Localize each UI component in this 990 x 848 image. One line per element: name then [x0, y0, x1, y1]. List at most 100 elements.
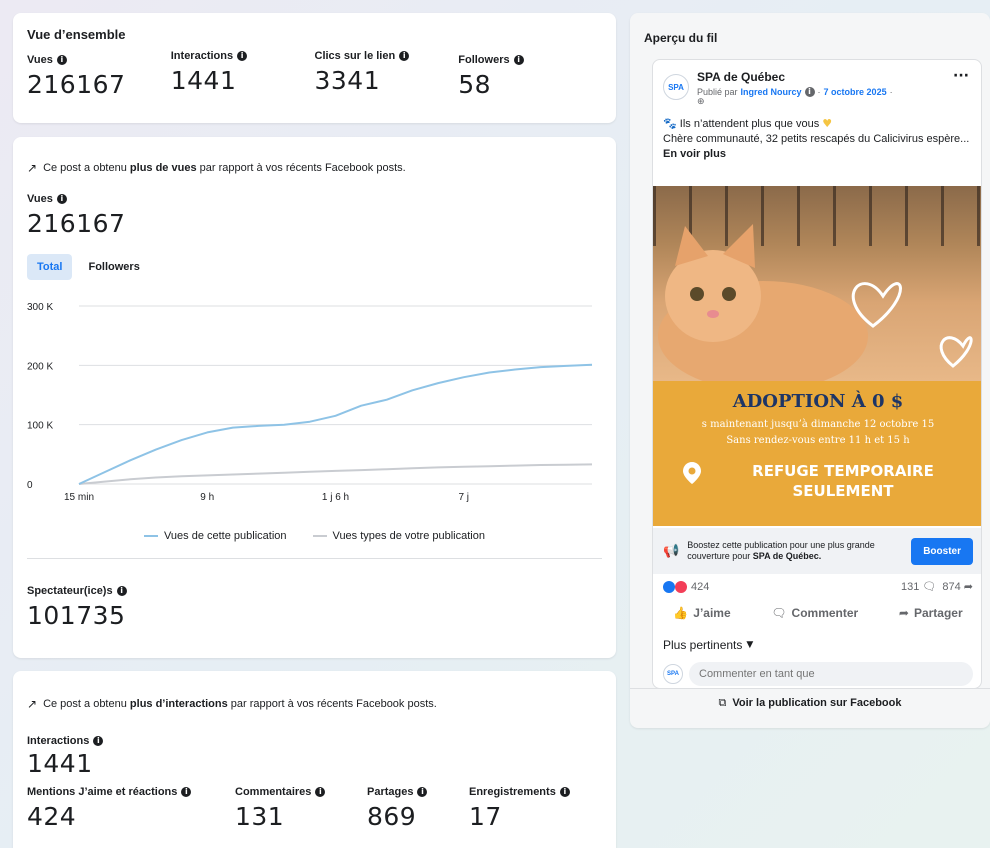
views-card: ↗ Ce post a obtenu plus de vues par rapp… [13, 137, 616, 658]
info-icon[interactable]: i [804, 87, 815, 97]
x-tick-label: 7 j [458, 492, 469, 503]
share-icon: ➦ [898, 606, 909, 620]
metric-value: 216167 [27, 70, 126, 99]
trend-bold: plus d’interactions [129, 698, 228, 710]
interactions-label: Interactions [27, 735, 90, 747]
like-button[interactable]: 👍 J’aime [673, 606, 730, 620]
info-icon[interactable]: i [417, 787, 428, 797]
y-tick-label: 0 [27, 480, 33, 491]
see-more-link[interactable]: En voir plus [663, 148, 726, 160]
toggle-followers-button[interactable]: Followers [78, 254, 149, 280]
legend-label: Vues de cette publication [164, 530, 287, 542]
trend-prefix: Ce post a obtenu [43, 698, 127, 710]
share-count[interactable]: 874 ➦ [942, 580, 973, 593]
interactions-value: 1441 [27, 749, 93, 778]
breakdown-label: Mentions J’aime et réactions [27, 786, 178, 798]
breakdown-label: Enregistrements [469, 786, 556, 798]
post-actions: 👍 J’aime 🗨 Commenter ➦ Partager [653, 606, 981, 620]
metric-value: 58 [458, 70, 492, 99]
comment-count-icon: 🗨 [922, 580, 937, 593]
comment-input[interactable] [689, 662, 973, 686]
comment-sort-dropdown[interactable]: Plus pertinents ▼ [663, 638, 753, 652]
x-tick-label: 15 min [64, 492, 94, 503]
metric-link-clicks: Clics sur le lien i 3341 [315, 50, 459, 99]
view-on-facebook-label: Voir la publication sur Facebook [732, 696, 902, 709]
legend-item-series1[interactable]: Vues de cette publication [144, 530, 287, 542]
overview-card: Vue d’ensemble Vues i 216167 Interactions… [13, 13, 616, 123]
booster-button[interactable]: Booster [911, 537, 973, 565]
promo-refuge-line2: SEULEMENT [792, 482, 894, 501]
metric-label: Clics sur le lien [314, 50, 396, 62]
breakdown-reactions: Mentions J’aime et réactions i 424 [27, 786, 235, 831]
post-text-line1: Ils n’attendent plus que vous [679, 118, 820, 130]
share-button[interactable]: ➦ Partager [899, 606, 963, 620]
legend-item-series2[interactable]: Vues types de votre publication [312, 530, 485, 542]
post-date[interactable]: 7 octobre 2025 [824, 87, 887, 97]
comment-composer: SPA [663, 662, 973, 686]
comment-count[interactable]: 131 🗨 [901, 580, 936, 593]
metric-value: 3341 [314, 66, 381, 95]
comment-button[interactable]: 🗨 Commenter [771, 606, 858, 620]
post-image[interactable]: ADOPTION À 0 $ s maintenant jusqu’à dima… [653, 186, 981, 526]
external-link-icon: ⧉ [718, 695, 727, 709]
more-options-icon[interactable]: ··· [953, 68, 969, 84]
breakdown-value: 869 [367, 802, 417, 831]
metric-label: Followers [458, 54, 510, 66]
post-text-line2: Chère communauté, 32 petits rescapés du … [663, 132, 970, 145]
promo-refuge-line1: REFUGE TEMPORAIRE [752, 462, 934, 480]
info-icon[interactable]: i [116, 586, 127, 596]
info-icon[interactable]: i [181, 787, 192, 797]
globe-icon: ⊕ [697, 97, 705, 107]
comment-label: Commenter [791, 606, 859, 620]
share-count-value: 874 [942, 581, 961, 593]
viewers-label: Spectateur(ice)s [27, 585, 113, 597]
post-header: SPA SPA de Québec Publié par Ingred Nour… [653, 60, 981, 107]
trend-suffix: par rapport à vos récents Facebook posts… [230, 698, 437, 710]
boost-row: 📢 Boostez cette publication pour une plu… [653, 528, 981, 574]
boost-text-page: SPA de Québec. [752, 551, 822, 561]
info-icon[interactable]: i [56, 55, 67, 65]
info-icon[interactable]: i [237, 51, 248, 61]
y-tick-label: 200 K [27, 361, 53, 372]
interactions-card: ↗ Ce post a obtenu plus d’interactions p… [13, 671, 616, 848]
author-link[interactable]: Ingred Nourcy [741, 87, 802, 97]
trend-up-icon: ↗ [27, 161, 38, 175]
info-icon[interactable]: i [56, 194, 67, 204]
post-text: 🐾 Ils n’attendent plus que vous ♥ Chère … [653, 107, 981, 162]
preview-title: Aperçu du fil [644, 31, 718, 45]
breakdown-value: 17 [469, 802, 502, 831]
info-icon[interactable]: i [559, 787, 570, 797]
trend-prefix: Ce post a obtenu [43, 162, 127, 174]
paw-icon: 🐾 [663, 117, 677, 130]
views-label: Vues [27, 193, 53, 205]
published-by: Publié par [697, 87, 738, 97]
info-icon[interactable]: i [315, 787, 326, 797]
info-icon[interactable]: i [93, 736, 104, 746]
share-label: Partager [913, 606, 963, 620]
legend-swatch [144, 535, 158, 537]
promo-title: ADOPTION À 0 $ [732, 391, 904, 412]
series-line [78, 463, 593, 485]
promo-line2: Sans rendez-vous entre 11 h et 15 h [726, 435, 910, 446]
commenter-avatar: SPA [663, 664, 683, 684]
toggle-total-button[interactable]: Total [27, 254, 73, 280]
breakdown-value: 131 [235, 802, 285, 831]
info-icon[interactable]: i [513, 55, 524, 65]
views-chart-svg: 0 100 K 200 K 300 K 15 min 9 h 1 j 6 h 7 j [27, 302, 593, 503]
trend-bold: plus de vues [129, 162, 197, 174]
view-on-facebook-link[interactable]: ⧉ Voir la publication sur Facebook [630, 688, 990, 716]
like-reaction-icon [663, 580, 675, 593]
boost-text: Boostez cette publication pour une plus … [687, 540, 892, 563]
x-tick-label: 1 j 6 h [322, 492, 349, 503]
views-chart: 0 100 K 200 K 300 K 15 min 9 h 1 j 6 h 7 j [27, 294, 602, 524]
info-icon[interactable]: i [399, 51, 410, 61]
reaction-summary[interactable]: 424 [663, 580, 709, 593]
breakdown-comments: Commentaires i 131 [235, 786, 367, 831]
promo-line1: s maintenant jusqu’à dimanche 12 octobre… [701, 419, 935, 430]
page-name[interactable]: SPA de Québec [697, 70, 893, 84]
page-avatar[interactable]: SPA [663, 74, 689, 100]
legend-label: Vues types de votre publication [332, 530, 485, 542]
legend-swatch [312, 535, 327, 537]
chart-legend: Vues de cette publication Vues types de … [27, 530, 602, 542]
breakdown-label: Partages [367, 786, 414, 798]
